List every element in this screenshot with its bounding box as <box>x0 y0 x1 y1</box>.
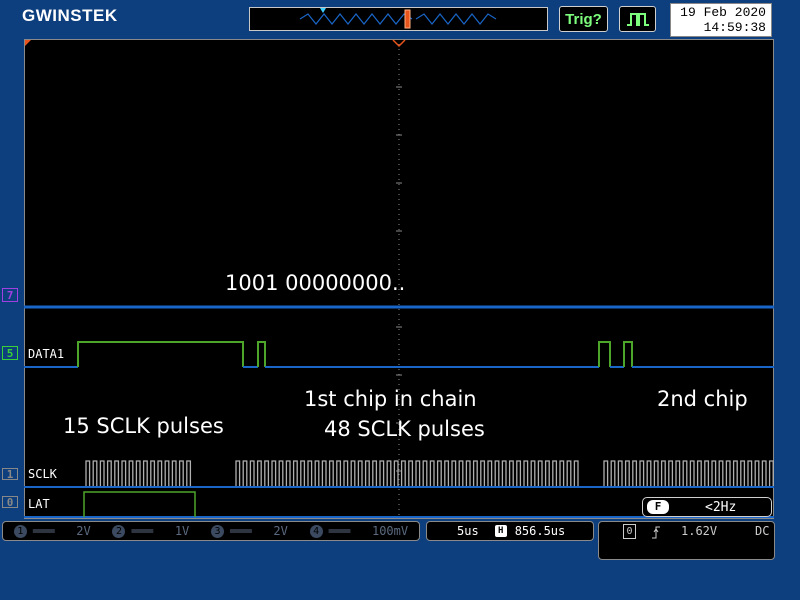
ch3-coupling: ═══ <box>230 524 252 538</box>
horizontal-status[interactable]: 5us H 856.5us <box>426 521 594 541</box>
trigger-position-marker <box>392 39 406 48</box>
memory-overview-bar[interactable] <box>249 7 548 31</box>
sclk-label: SCLK <box>28 467 57 481</box>
ch1-number: 1 <box>13 524 27 538</box>
trigger-status-button[interactable]: Trig? <box>559 6 608 32</box>
ch4-coupling: ═══ <box>328 524 351 538</box>
ch3-status[interactable]: 3 ═══ 2V <box>211 524 288 538</box>
ch2-scale: 1V <box>174 524 190 538</box>
data1-trace-pulse-4 <box>623 341 633 367</box>
lat-label: LAT <box>28 497 50 511</box>
memory-start-marker <box>25 40 31 46</box>
data1-channel-indicator[interactable]: 5 <box>2 346 18 360</box>
frequency-value: <2Hz <box>705 499 737 515</box>
ch4-status[interactable]: 4 ═══ 100mV <box>309 524 409 538</box>
date-text: 19 Feb 2020 <box>680 5 766 20</box>
data1-label: DATA1 <box>28 347 65 361</box>
data1-trace-high-1 <box>77 341 244 367</box>
ch2-number: 2 <box>112 524 126 538</box>
run-mode-icon <box>626 13 649 26</box>
sclk-48-annotation: 48 SCLK pulses <box>324 417 485 441</box>
time-text: 14:59:38 <box>703 20 766 35</box>
timebase-value: 5us <box>457 524 479 538</box>
sclk-channel-indicator[interactable]: 1 <box>2 468 18 481</box>
lat-trace-high <box>83 491 196 517</box>
data1-trace-pulse-3 <box>598 341 611 367</box>
channel-scale-bar: 1 ═══ 2V 2 ═══ 1V 3 ═══ 2V 4 ═══ 100mV <box>2 521 420 541</box>
lat-channel-indicator[interactable]: 0 <box>2 496 18 509</box>
ch1-coupling: ═══ <box>32 524 55 538</box>
frequency-counter[interactable]: F <2Hz <box>642 497 772 517</box>
ch2-status[interactable]: 2 ═══ 1V <box>112 524 189 538</box>
ch2-coupling: ═══ <box>131 524 154 538</box>
memory-waveform-preview <box>299 8 497 29</box>
rising-edge-icon <box>652 526 660 539</box>
ch4-scale: 100mV <box>371 524 409 538</box>
sclk-15-annotation: 15 SCLK pulses <box>63 414 224 438</box>
horizontal-position-icon: H <box>494 525 507 537</box>
horizontal-position-value: 856.5us <box>514 524 566 538</box>
trigger-coupling: DC <box>755 524 770 538</box>
ch4-number: 4 <box>309 524 323 538</box>
second-chip-annotation: 2nd chip <box>657 387 748 411</box>
channel-7-indicator[interactable]: 7 <box>2 288 18 302</box>
waveform-display[interactable]: 1001 00000000.. 15 SCLK pulses 1st chip … <box>24 39 774 519</box>
first-chip-annotation: 1st chip in chain <box>304 387 477 411</box>
date-time-display: 19 Feb 2020 14:59:38 <box>670 3 772 37</box>
data1-trace-pulse-2 <box>257 341 266 367</box>
trigger-level: 1.62V <box>681 524 718 538</box>
bits-annotation: 1001 00000000.. <box>225 271 406 295</box>
ch3-number: 3 <box>211 524 225 538</box>
ch3-scale: 2V <box>273 524 288 538</box>
trigger-source: 0 <box>623 524 636 539</box>
run-stop-button[interactable] <box>619 6 656 32</box>
trigger-info-panel[interactable]: 0 1.62V DC <box>598 521 775 560</box>
ch1-scale: 2V <box>76 524 91 538</box>
frequency-icon: F <box>647 500 669 514</box>
gwinstek-logo: GWINSTEK <box>22 6 118 25</box>
ch1-status[interactable]: 1 ═══ 2V <box>13 524 91 538</box>
